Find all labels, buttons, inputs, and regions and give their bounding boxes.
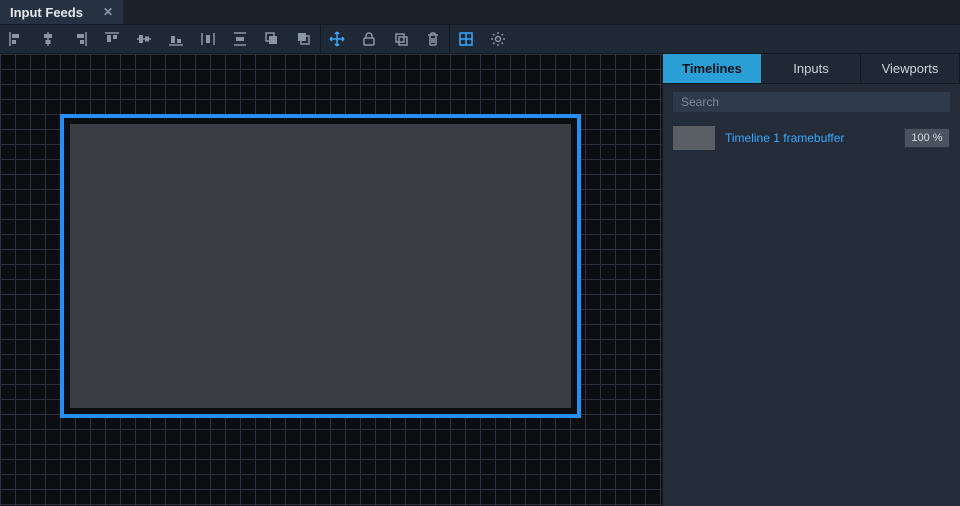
align-bottom-button[interactable] [160, 24, 192, 54]
align-left-button[interactable] [0, 24, 32, 54]
document-tabstrip: Input Feeds ✕ [0, 0, 960, 24]
distribute-h-button[interactable] [192, 24, 224, 54]
thumbnail [673, 126, 715, 150]
send-backward-button[interactable] [288, 24, 320, 54]
search-input[interactable] [673, 92, 950, 112]
settings-button[interactable] [482, 24, 514, 54]
close-icon[interactable]: ✕ [103, 5, 113, 19]
tab-label: Input Feeds [10, 5, 83, 20]
align-center-h-button[interactable] [32, 24, 64, 54]
delete-button[interactable] [417, 24, 449, 54]
grid-toggle-button[interactable] [450, 24, 482, 54]
distribute-v-button[interactable] [224, 24, 256, 54]
tab-label: Timelines [682, 61, 742, 76]
canvas-grid[interactable] [0, 54, 663, 506]
tab-input-feeds[interactable]: Input Feeds ✕ [0, 0, 123, 24]
lock-button[interactable] [353, 24, 385, 54]
toolbar [0, 24, 960, 54]
tab-label: Inputs [793, 61, 828, 76]
align-right-button[interactable] [64, 24, 96, 54]
item-label: Timeline 1 framebuffer [725, 131, 894, 145]
bring-forward-button[interactable] [256, 24, 288, 54]
tab-label: Viewports [882, 61, 939, 76]
duplicate-button[interactable] [385, 24, 417, 54]
selected-frame[interactable] [60, 114, 581, 418]
tab-viewports[interactable]: Viewports [861, 54, 960, 83]
side-panel: Timelines Inputs Viewports Timeline 1 fr… [663, 54, 960, 506]
align-top-button[interactable] [96, 24, 128, 54]
list-item[interactable]: Timeline 1 framebuffer 100 % [663, 120, 960, 156]
align-middle-v-button[interactable] [128, 24, 160, 54]
tab-inputs[interactable]: Inputs [762, 54, 861, 83]
move-tool-button[interactable] [321, 24, 353, 54]
side-tabstrip: Timelines Inputs Viewports [663, 54, 960, 84]
opacity-value[interactable]: 100 % [904, 128, 950, 148]
tab-timelines[interactable]: Timelines [663, 54, 762, 83]
